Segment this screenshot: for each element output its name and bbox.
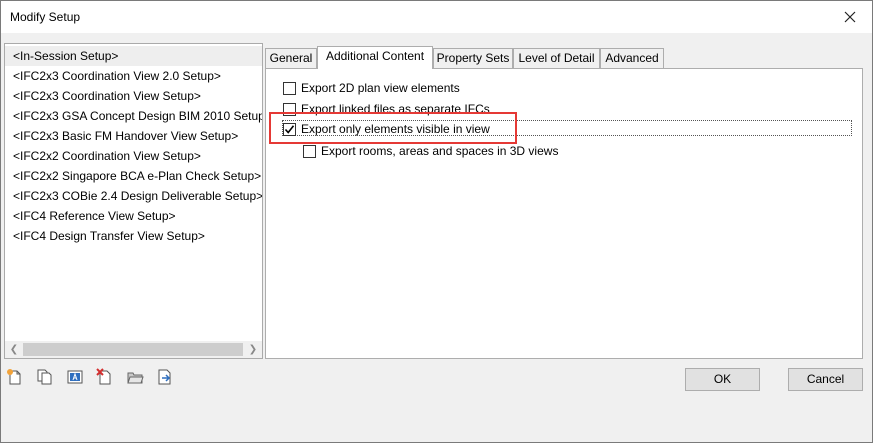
close-button[interactable] xyxy=(828,1,872,33)
modify-setup-dialog: Modify Setup <In-Session Setup> <IFC2x3 … xyxy=(0,0,873,443)
setup-item-ifc4-rv[interactable]: <IFC4 Reference View Setup> xyxy=(5,206,262,226)
option-export-rooms-3d[interactable]: Export rooms, areas and spaces in 3D vie… xyxy=(303,143,558,159)
import-setup-button[interactable] xyxy=(124,367,154,387)
new-setup-button[interactable] xyxy=(4,367,34,387)
scroll-thumb[interactable] xyxy=(23,343,243,356)
import-setup-icon xyxy=(127,372,144,384)
option-label: Export 2D plan view elements xyxy=(301,81,460,95)
rename-setup-button[interactable] xyxy=(64,367,94,387)
setup-item-ifc4-dtv[interactable]: <IFC4 Design Transfer View Setup> xyxy=(5,226,262,246)
annotation-highlight-box xyxy=(269,112,517,144)
dialog-title: Modify Setup xyxy=(10,10,81,24)
duplicate-setup-button[interactable] xyxy=(34,367,64,387)
scroll-left-icon[interactable]: ❮ xyxy=(7,343,21,356)
setup-item-ifc2x3-cv[interactable]: <IFC2x3 Coordination View Setup> xyxy=(5,86,262,106)
tab-general[interactable]: General xyxy=(265,48,317,68)
tab-additional-content[interactable]: Additional Content xyxy=(317,46,433,69)
setup-item-in-session[interactable]: <In-Session Setup> xyxy=(5,46,262,66)
tab-property-sets[interactable]: Property Sets xyxy=(433,48,513,68)
option-label: Export rooms, areas and spaces in 3D vie… xyxy=(321,144,559,158)
setup-item-ifc2x3-gsa[interactable]: <IFC2x3 GSA Concept Design BIM 2010 Setu… xyxy=(5,106,262,126)
setup-item-ifc2x2-cv[interactable]: <IFC2x2 Coordination View Setup> xyxy=(5,146,262,166)
setup-toolbar xyxy=(4,367,184,387)
duplicate-setup-icon xyxy=(37,369,52,385)
tab-advanced[interactable]: Advanced xyxy=(600,48,664,68)
new-setup-icon xyxy=(7,369,21,385)
ok-button[interactable]: OK xyxy=(685,368,760,391)
horizontal-scrollbar[interactable]: ❮ ❯ xyxy=(5,341,262,358)
rename-setup-icon xyxy=(67,370,83,384)
cancel-button[interactable]: Cancel xyxy=(788,368,863,391)
tab-level-of-detail[interactable]: Level of Detail xyxy=(513,48,600,68)
checkbox-export-rooms-3d[interactable] xyxy=(303,144,316,158)
scroll-right-icon[interactable]: ❯ xyxy=(246,343,260,356)
close-icon xyxy=(844,11,856,23)
delete-setup-icon xyxy=(96,368,111,385)
setup-item-ifc2x3-cobie[interactable]: <IFC2x3 COBie 2.4 Design Deliverable Set… xyxy=(5,186,262,206)
setup-list[interactable]: <In-Session Setup> <IFC2x3 Coordination … xyxy=(4,43,263,359)
export-setup-button[interactable] xyxy=(154,367,184,387)
title-bar: Modify Setup xyxy=(1,1,872,33)
delete-setup-button[interactable] xyxy=(94,367,124,387)
setup-item-ifc2x2-bca[interactable]: <IFC2x2 Singapore BCA e-Plan Check Setup… xyxy=(5,166,262,186)
setup-item-ifc2x3-cv2[interactable]: <IFC2x3 Coordination View 2.0 Setup> xyxy=(5,66,262,86)
option-export-2d-plan[interactable]: Export 2D plan view elements xyxy=(283,80,460,96)
setup-item-ifc2x3-fm[interactable]: <IFC2x3 Basic FM Handover View Setup> xyxy=(5,126,262,146)
export-setup-icon xyxy=(158,369,171,385)
checkbox-export-2d-plan[interactable] xyxy=(283,81,296,95)
